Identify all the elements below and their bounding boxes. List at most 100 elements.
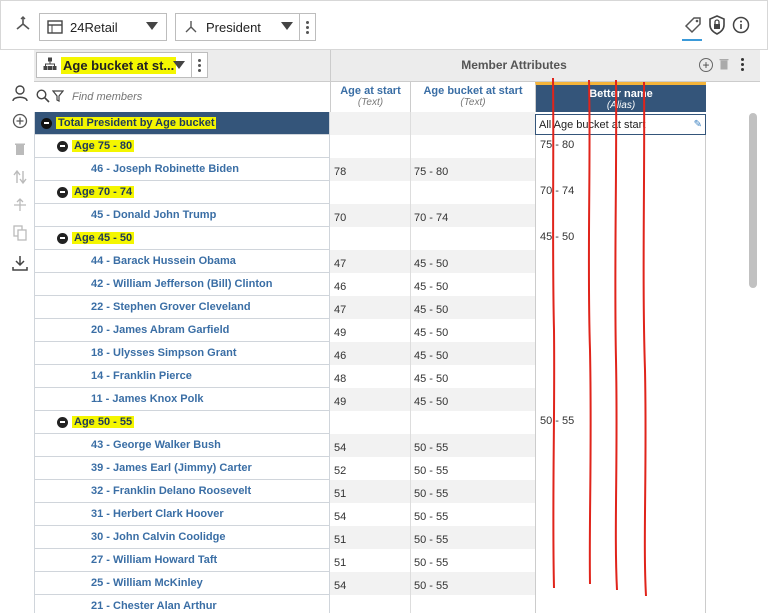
hierarchy-menu-icon[interactable]: [191, 53, 207, 77]
age-at-start-cell[interactable]: [330, 227, 410, 250]
age-bucket-cell[interactable]: [410, 227, 535, 250]
member-row[interactable]: 30 - John Calvin Coolidge 51 50 - 55: [34, 526, 745, 549]
column-header-age-at-start[interactable]: Age at start (Text): [330, 82, 410, 112]
bucket-member-row[interactable]: Age 45 - 50 45 - 50: [34, 227, 745, 250]
move-up-down-icon[interactable]: [11, 168, 29, 186]
alias-cell[interactable]: 45 - 50: [535, 227, 706, 250]
tag-icon[interactable]: [683, 15, 703, 35]
member-row[interactable]: 14 - Franklin Pierce 48 45 - 50: [34, 365, 745, 388]
collapse-icon[interactable]: [57, 140, 68, 152]
alias-cell[interactable]: [535, 549, 706, 572]
trash-icon[interactable]: [11, 140, 29, 158]
age-bucket-cell[interactable]: 50 - 55: [410, 480, 535, 503]
filter-icon[interactable]: [51, 89, 66, 105]
member-row[interactable]: 20 - James Abram Garfield 49 45 - 50: [34, 319, 745, 342]
age-bucket-cell[interactable]: 45 - 50: [410, 365, 535, 388]
member-name-cell[interactable]: 27 - William Howard Taft: [34, 549, 330, 572]
age-bucket-cell[interactable]: 45 - 50: [410, 296, 535, 319]
alias-cell[interactable]: [535, 296, 706, 319]
download-icon[interactable]: [11, 254, 29, 272]
collapse-icon[interactable]: [57, 416, 68, 428]
age-at-start-cell[interactable]: [330, 595, 410, 613]
member-row[interactable]: 25 - William McKinley 54 50 - 55: [34, 572, 745, 595]
age-at-start-cell[interactable]: [330, 181, 410, 204]
member-name-cell[interactable]: 43 - George Walker Bush: [34, 434, 330, 457]
info-icon[interactable]: [731, 15, 751, 35]
age-at-start-cell[interactable]: 51: [330, 480, 410, 503]
total-member-row[interactable]: Total President by Age bucket All Age buc…: [34, 112, 745, 135]
alias-cell[interactable]: [535, 595, 706, 613]
alias-edit-field[interactable]: All Age bucket at start ✎: [535, 114, 706, 135]
cube-select[interactable]: 24Retail: [39, 13, 167, 41]
age-at-start-cell[interactable]: [330, 411, 410, 434]
member-row[interactable]: 45 - Donald John Trump 70 70 - 74: [34, 204, 745, 227]
age-at-start-cell[interactable]: 70: [330, 204, 410, 227]
alias-cell[interactable]: [535, 457, 706, 480]
member-name-cell[interactable]: 30 - John Calvin Coolidge: [34, 526, 330, 549]
column-header-age-bucket-at-start[interactable]: Age bucket at start (Text): [410, 82, 535, 112]
member-row[interactable]: 39 - James Earl (Jimmy) Carter 52 50 - 55: [34, 457, 745, 480]
member-row[interactable]: 46 - Joseph Robinette Biden 78 75 - 80: [34, 158, 745, 181]
member-name-cell[interactable]: Age 70 - 74: [34, 181, 330, 204]
member-name-cell[interactable]: 11 - James Knox Polk: [34, 388, 330, 411]
age-bucket-cell[interactable]: 45 - 50: [410, 250, 535, 273]
member-name-cell[interactable]: 44 - Barack Hussein Obama: [34, 250, 330, 273]
alias-cell[interactable]: [535, 388, 706, 411]
age-bucket-cell[interactable]: [410, 181, 535, 204]
age-bucket-cell[interactable]: 45 - 50: [410, 319, 535, 342]
alias-cell[interactable]: [535, 365, 706, 388]
age-bucket-cell[interactable]: 75 - 80: [410, 158, 535, 181]
dimension-menu-icon[interactable]: [299, 14, 315, 40]
age-at-start-cell[interactable]: 46: [330, 342, 410, 365]
user-icon[interactable]: [11, 84, 29, 102]
collapse-icon[interactable]: [57, 232, 68, 244]
age-bucket-cell[interactable]: 50 - 55: [410, 549, 535, 572]
split-icon[interactable]: [11, 196, 29, 214]
alias-cell[interactable]: 70 - 74: [535, 181, 706, 204]
age-at-start-cell[interactable]: 54: [330, 434, 410, 457]
member-name-cell[interactable]: 45 - Donald John Trump: [34, 204, 330, 227]
age-at-start-cell[interactable]: 49: [330, 388, 410, 411]
alias-cell[interactable]: 50 - 55: [535, 411, 706, 434]
member-name-cell[interactable]: Age 45 - 50: [34, 227, 330, 250]
alias-cell[interactable]: [535, 572, 706, 595]
age-at-start-cell[interactable]: 47: [330, 250, 410, 273]
alias-cell[interactable]: [535, 158, 706, 181]
bucket-member-row[interactable]: Age 50 - 55 50 - 55: [34, 411, 745, 434]
member-row[interactable]: 31 - Herbert Clark Hoover 54 50 - 55: [34, 503, 745, 526]
age-bucket-cell[interactable]: 45 - 50: [410, 388, 535, 411]
member-name-cell[interactable]: Age 75 - 80: [34, 135, 330, 158]
age-at-start-cell[interactable]: 52: [330, 457, 410, 480]
age-at-start-cell[interactable]: 54: [330, 503, 410, 526]
member-name-cell[interactable]: 22 - Stephen Grover Cleveland: [34, 296, 330, 319]
alias-cell[interactable]: [535, 250, 706, 273]
age-at-start-cell[interactable]: 48: [330, 365, 410, 388]
alias-cell[interactable]: [535, 434, 706, 457]
member-name-cell[interactable]: 21 - Chester Alan Arthur: [34, 595, 330, 613]
age-at-start-cell[interactable]: 78: [330, 158, 410, 181]
member-name-cell[interactable]: Total President by Age bucket: [34, 112, 330, 135]
bucket-member-row[interactable]: Age 75 - 80 75 - 80: [34, 135, 745, 158]
member-row[interactable]: 32 - Franklin Delano Roosevelt 51 50 - 55: [34, 480, 745, 503]
age-bucket-cell[interactable]: [410, 112, 535, 135]
age-bucket-cell[interactable]: 45 - 50: [410, 342, 535, 365]
member-row[interactable]: 44 - Barack Hussein Obama 47 45 - 50: [34, 250, 745, 273]
member-name-cell[interactable]: 42 - William Jefferson (Bill) Clinton: [34, 273, 330, 296]
member-name-cell[interactable]: 14 - Franklin Pierce: [34, 365, 330, 388]
age-at-start-cell[interactable]: 51: [330, 526, 410, 549]
search-icon[interactable]: [36, 88, 52, 106]
cube-axes-icon[interactable]: [13, 14, 33, 34]
age-bucket-cell[interactable]: [410, 595, 535, 613]
alias-cell[interactable]: [535, 480, 706, 503]
member-row[interactable]: 22 - Stephen Grover Cleveland 47 45 - 50: [34, 296, 745, 319]
member-name-cell[interactable]: 25 - William McKinley: [34, 572, 330, 595]
member-name-cell[interactable]: 46 - Joseph Robinette Biden: [34, 158, 330, 181]
bucket-member-row[interactable]: Age 70 - 74 70 - 74: [34, 181, 745, 204]
member-row[interactable]: 21 - Chester Alan Arthur: [34, 595, 745, 613]
age-at-start-cell[interactable]: [330, 112, 410, 135]
add-circle-icon[interactable]: [11, 112, 29, 130]
age-bucket-cell[interactable]: 50 - 55: [410, 526, 535, 549]
alias-cell[interactable]: [535, 342, 706, 365]
trash-icon[interactable]: [719, 58, 729, 73]
pencil-icon[interactable]: ✎: [694, 119, 702, 130]
